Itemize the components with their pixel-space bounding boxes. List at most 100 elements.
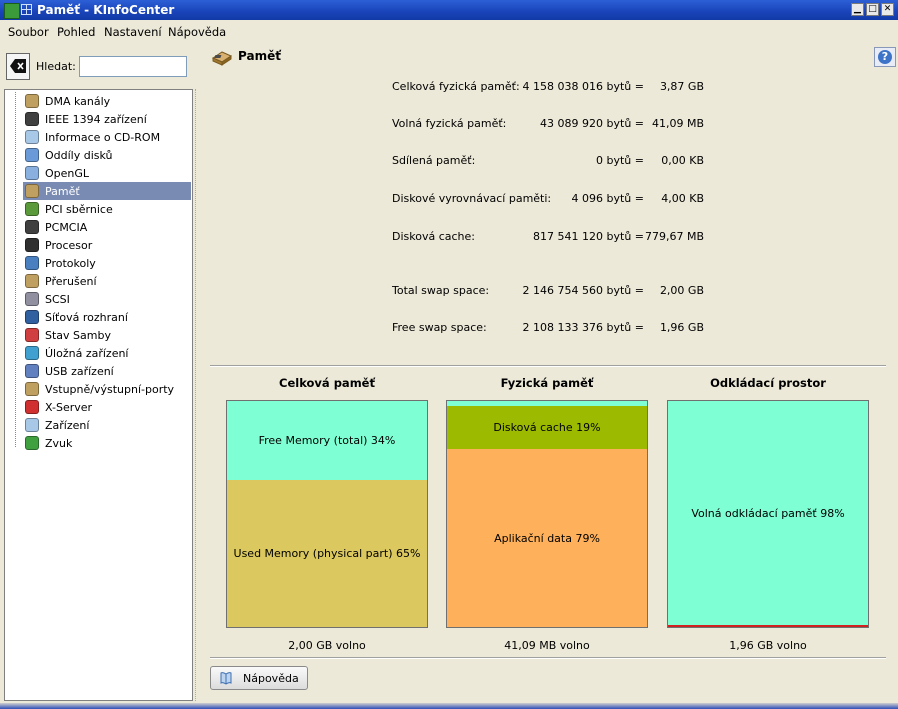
memory-info-row: Diskové vyrovnávací paměti: 4 096 bytů = 4… — [392, 192, 712, 206]
chart-segment-label: Free Memory (total) 34% — [258, 434, 396, 447]
usage-bar-chart: Free Memory (total) 34% Used Memory (phys… — [226, 400, 428, 628]
tree-item[interactable]: Úložná zařízení — [23, 344, 191, 362]
storage-icon — [25, 346, 39, 360]
cdrom-icon — [25, 130, 39, 144]
tree-item-label: Procesor — [45, 239, 93, 252]
chart-segment-label: Aplikační data 79% — [494, 532, 600, 545]
memory-row-bytes: 2 108 133 376 bytů = — [522, 321, 644, 334]
chart-segment-label: Disková cache 19% — [493, 421, 601, 434]
partitions-icon — [25, 148, 39, 162]
chart-segment-label: Volná odkládací paměť 98% — [691, 506, 845, 520]
memory-row-label: Free swap space: — [392, 321, 487, 334]
tree-item[interactable]: Vstupně/výstupní-porty — [23, 380, 191, 398]
tree-item[interactable]: PCMCIA — [23, 218, 191, 236]
menu-soubor[interactable]: Soubor — [8, 25, 49, 39]
tree-item[interactable]: Informace o CD-ROM — [23, 128, 191, 146]
tree-item[interactable]: Přerušení — [23, 272, 191, 290]
sound-icon — [25, 436, 39, 450]
memory-row-value: 779,67 MB — [644, 230, 704, 243]
tree-item-label: Zvuk — [45, 437, 73, 450]
tree-item[interactable]: Stav Samby — [23, 326, 191, 344]
tree-item-label: OpenGL — [45, 167, 90, 180]
tree-item[interactable]: OpenGL — [23, 164, 191, 182]
book-icon — [220, 672, 232, 685]
memory-row-value: 2,00 GB — [659, 284, 704, 297]
window-menu-icon[interactable] — [21, 4, 32, 15]
help-icon: ? — [878, 50, 892, 64]
tree-item[interactable]: Zvuk — [23, 434, 191, 452]
tree-item[interactable]: USB zařízení — [23, 362, 191, 380]
tree-item[interactable]: Zařízení — [23, 416, 191, 434]
separator-top — [210, 365, 886, 367]
tree-item-label: Stav Samby — [45, 329, 111, 342]
tree-item-label: Síťová rozhraní — [45, 311, 128, 324]
tree-item-label: USB zařízení — [45, 365, 114, 378]
tree-item[interactable]: X-Server — [23, 398, 191, 416]
minimize-button[interactable]: ▁ — [851, 3, 864, 16]
ieee1394-icon — [25, 112, 39, 126]
tree-item-label: PCMCIA — [45, 221, 88, 234]
chart-title: Odkládací prostor — [710, 376, 826, 390]
dma-icon — [25, 94, 39, 108]
tree-item[interactable]: Procesor — [23, 236, 191, 254]
tree-item-label: Vstupně/výstupní-porty — [45, 383, 175, 396]
devices-icon — [25, 418, 39, 432]
menu-napoveda[interactable]: Nápověda — [168, 25, 226, 39]
title-bar: Paměť - KInfoCenter ▁ □ ✕ — [0, 0, 898, 20]
memory-info-row: Total swap space: 2 146 754 560 bytů = 2,0… — [392, 284, 712, 298]
chart-title: Fyzická paměť — [500, 376, 594, 390]
samba-icon — [25, 328, 39, 342]
tree-item-label: Protokoly — [45, 257, 96, 270]
chart-footer: 41,09 MB volno — [504, 639, 590, 652]
chart-segment — [668, 625, 868, 627]
search-input[interactable] — [79, 56, 187, 77]
memory-row-bytes: 2 146 754 560 bytů = — [522, 284, 644, 297]
whats-this-button[interactable]: ? — [874, 47, 896, 67]
pci-icon — [25, 202, 39, 216]
memory-row-label: Diskové vyrovnávací paměti: — [392, 192, 552, 205]
maximize-button[interactable]: □ — [866, 3, 879, 16]
tree-item[interactable]: IEEE 1394 zařízení — [23, 110, 191, 128]
tree-item[interactable]: Protokoly — [23, 254, 191, 272]
page-title: Paměť — [238, 49, 281, 63]
memory-icon — [211, 51, 233, 66]
clear-icon — [10, 59, 26, 73]
close-button[interactable]: ✕ — [881, 3, 894, 16]
menu-pohled[interactable]: Pohled — [57, 25, 95, 39]
tree-item[interactable]: Oddíly disků — [23, 146, 191, 164]
memory-row-label: Disková cache: — [392, 230, 475, 243]
io-ports-icon — [25, 382, 39, 396]
memory-info-row: Volná fyzická paměť: 43 089 920 bytů = 41,… — [392, 117, 712, 131]
tree-item[interactable]: SCSI — [23, 290, 191, 308]
tree-item-label: Zařízení — [45, 419, 90, 432]
memory-row-value: 0,00 KB — [661, 154, 704, 167]
tree-item[interactable]: PCI sběrnice — [23, 200, 191, 218]
clear-search-button[interactable] — [6, 53, 30, 80]
chart-segment: Used Memory (physical part) 65% — [227, 480, 427, 627]
chart-segment: Free Memory (total) 34% — [227, 401, 427, 480]
tree-item[interactable]: DMA kanály — [23, 92, 191, 110]
memory-row-value: 41,09 MB — [651, 117, 704, 130]
help-button[interactable]: Nápověda — [210, 666, 308, 690]
memory-row-value: 4,00 KB — [661, 192, 704, 205]
memory-row-bytes: 4 096 bytů = — [571, 192, 644, 205]
chart-segment: Volná odkládací paměť 98% — [668, 401, 868, 625]
memory-info-row: Disková cache: 817 541 120 bytů = 779,67 M… — [392, 230, 712, 244]
memory-row-bytes: 4 158 038 016 bytů = — [522, 80, 644, 93]
tree-item-label: Oddíly disků — [45, 149, 113, 162]
app-icon[interactable] — [4, 3, 20, 19]
splitter[interactable] — [195, 89, 197, 701]
tree-item-label: Paměť — [45, 185, 80, 198]
menu-nastaveni[interactable]: Nastavení — [104, 25, 162, 39]
tree-item-label: Úložná zařízení — [45, 347, 129, 360]
tree-item[interactable]: Paměť — [23, 182, 191, 200]
memory-info-row: Free swap space: 2 108 133 376 bytů = 1,96… — [392, 321, 712, 335]
memory-info-row: Celková fyzická paměť: 4 158 038 016 bytů… — [392, 80, 712, 94]
usb-icon — [25, 364, 39, 378]
tree-item-label: DMA kanály — [45, 95, 111, 108]
interrupts-icon — [25, 274, 39, 288]
module-tree[interactable]: DMA kanály IEEE 1394 zařízení Informace o … — [4, 89, 193, 701]
chart-footer: 2,00 GB volno — [288, 639, 366, 652]
memory-icon — [25, 184, 39, 198]
tree-item[interactable]: Síťová rozhraní — [23, 308, 191, 326]
